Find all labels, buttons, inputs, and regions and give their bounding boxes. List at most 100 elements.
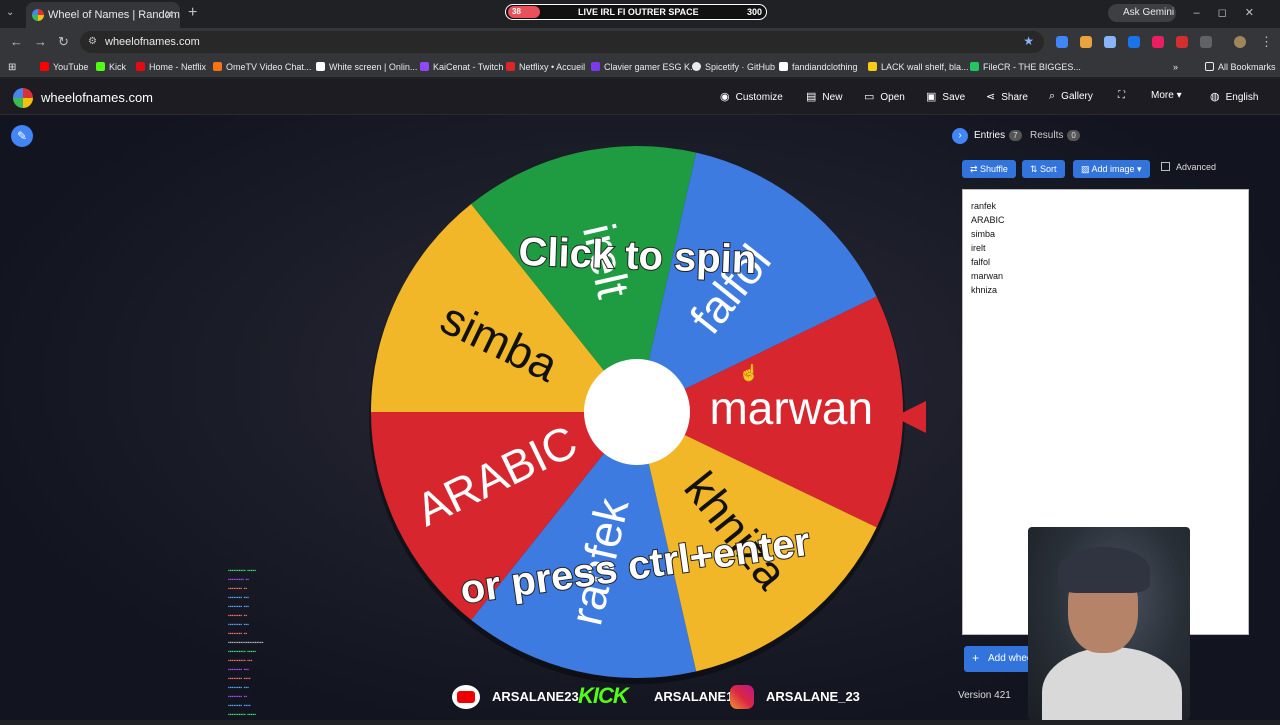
chat-overlay: ▪▪▪▪▪▪▪▪▪▪ ▪▪▪▪▪ ▪▪▪▪▪▪▪▪▪ ▪▪ ▪▪▪▪▪▪▪▪ ▪… [228,568,264,718]
instagram-handle: ARSALANE_23 [766,689,860,704]
close-tab-icon[interactable]: ✕ [165,8,174,21]
ometv-icon [213,62,222,71]
twitch-icon [420,62,429,71]
sort-button[interactable]: ⇅ Sort [1022,160,1065,178]
add-image-button[interactable]: ▨ Add image ▾ [1073,160,1150,178]
netflixy-icon [506,62,515,71]
browser-menu-icon[interactable]: ⋮ [1260,34,1273,50]
reload-icon[interactable]: ↻ [58,34,69,50]
entry-line: falfol [971,257,991,267]
bookmark-fandiandclothing[interactable]: fandiandclothing [779,62,858,72]
bookmark-youtube[interactable]: YouTube [40,62,88,72]
window-controls[interactable]: –◻✕ [1194,6,1272,19]
bookmark-kaicenat[interactable]: KaiCenat - Twitch [420,62,503,72]
extension-icon[interactable] [1128,36,1140,48]
folder-icon [1205,62,1214,71]
ask-gemini-button[interactable]: Ask Gemini [1108,4,1176,22]
stream-banner-text: LIVE IRL FI OUTRER SPACE [578,7,699,17]
entry-line: ranfek [971,201,997,211]
netflix-icon [136,62,145,71]
results-count: 0 [1067,130,1080,141]
bookmark-ometv[interactable]: OmeTV Video Chat... [213,62,311,72]
kick-handle: ARSALANE1 [654,689,734,704]
apps-icon[interactable]: ⊞ [8,62,16,73]
wheel-pointer-icon [894,401,926,433]
tab-search-icon[interactable]: ⌄ [6,7,14,18]
wheel-of-names-page: wheelofnames.com ◉ Customize ▤ New ▭ Open ▣… [0,79,1280,720]
youtube-logo-icon [452,685,480,709]
esg-icon [591,62,600,71]
bookmarks-bar: ⊞ YouTube Kick Home - Netflix OmeTV Vide… [0,56,1280,78]
kick-logo: KICK [578,683,629,708]
filecr-icon [970,62,979,71]
language-selector[interactable]: ◍ English [1210,90,1258,103]
shuffle-button[interactable]: ⇄ Shuffle [962,160,1016,178]
instagram-logo-icon [730,685,754,709]
advanced-toggle[interactable]: Advanced [1161,162,1216,172]
extension-icon[interactable] [1104,36,1116,48]
youtube-handle: ARSALANE23 [492,689,579,704]
shuffle-icon: ⇄ [970,164,981,174]
globe-icon: ◍ [1210,91,1220,103]
tab-results[interactable]: Results 0 [1030,130,1080,141]
entry-line: simba [971,229,996,239]
wheel-favicon-icon [32,9,44,21]
kick-icon [96,62,105,71]
forward-icon[interactable]: → [34,34,47,49]
back-icon[interactable]: ← [10,34,23,49]
bookmark-filecr[interactable]: FileCR - THE BIGGES... [970,62,1081,72]
new-tab-icon[interactable]: + [188,4,197,22]
stream-banner: 38 LIVE IRL FI OUTRER SPACE 300 [505,4,767,20]
extensions-puzzle-icon[interactable] [1200,36,1212,48]
social-handles-overlay: ARSALANE23 KICK ARSALANE1 ARSALANE_23 [452,683,872,709]
search-icon: ⌕ [1049,90,1056,102]
all-bookmarks[interactable]: All Bookmarks [1205,62,1276,72]
extension-icon[interactable] [1056,36,1068,48]
entry-line: irelt [971,243,986,253]
mouse-cursor-icon: ☝ [739,365,759,382]
extension-icon[interactable] [1176,36,1188,48]
wheel[interactable]: ranfekARABICsimbairelt falfolmarwankhniza… [0,79,950,720]
wheel-hub[interactable] [584,359,690,465]
webcam-overlay [1028,527,1190,720]
sort-icon: ⇅ [1030,164,1041,174]
gallery-button[interactable]: ⌕ Gallery [1049,90,1093,103]
bookmark-clavier[interactable]: Clavier gamer ESG K... [591,62,698,72]
gemini-label: Ask Gemini [1123,7,1175,18]
advanced-checkbox[interactable] [1161,162,1170,171]
site-info-icon[interactable]: ⚙ [88,36,97,47]
browser-tab[interactable]: Wheel of Names | Random nam ✕ [26,2,180,28]
more-bookmarks-icon[interactable]: » [1173,62,1178,72]
version-label: Version 421 [958,690,1011,701]
bookmark-netflixy[interactable]: Netflixy • Accueil [506,62,585,72]
more-menu[interactable]: More ▾ [1151,90,1182,101]
youtube-icon [40,62,49,71]
share-button[interactable]: ⋖ Share [986,90,1028,103]
bookmark-spicetify[interactable]: Spicetify · GitHub [692,62,775,72]
extension-icon[interactable] [1152,36,1164,48]
stream-banner-left-value: 38 [508,6,540,18]
bookmark-lack-shelf[interactable]: LACK wall shelf, bla... [868,62,969,72]
wheel-area: ranfek ARABIC simba irelt falfol marwan khniza… [0,79,950,720]
entry-line: khniza [971,285,998,295]
bookmark-netflix[interactable]: Home - Netflix [136,62,206,72]
collapse-panel-icon[interactable]: › [952,128,968,144]
tab-title: Wheel of Names | Random nam [48,9,180,21]
github-icon [692,62,701,71]
url-field[interactable]: ⚙ wheelofnames.com ★ [80,31,1044,53]
entry-line: ARABIC [971,215,1005,225]
extension-icon[interactable] [1080,36,1092,48]
url-text: wheelofnames.com [105,36,200,48]
browser-tab-strip: ⌄ Wheel of Names | Random nam ✕ + 38 LIV… [0,0,1280,28]
fullscreen-icon[interactable]: ⛶ [1118,90,1125,101]
profile-avatar[interactable] [1234,36,1246,48]
entry-line: marwan [971,271,1004,281]
plus-icon: + [972,651,980,665]
bookmark-kick[interactable]: Kick [96,62,126,72]
bookmark-star-icon[interactable]: ★ [1023,34,1034,48]
bookmark-white-screen[interactable]: White screen | Onlin... [316,62,417,72]
image-icon: ▨ [1081,164,1092,174]
tab-entries[interactable]: Entries 7 [974,130,1022,141]
wheel-slice-label: marwan [709,382,873,434]
entries-count: 7 [1009,130,1022,141]
